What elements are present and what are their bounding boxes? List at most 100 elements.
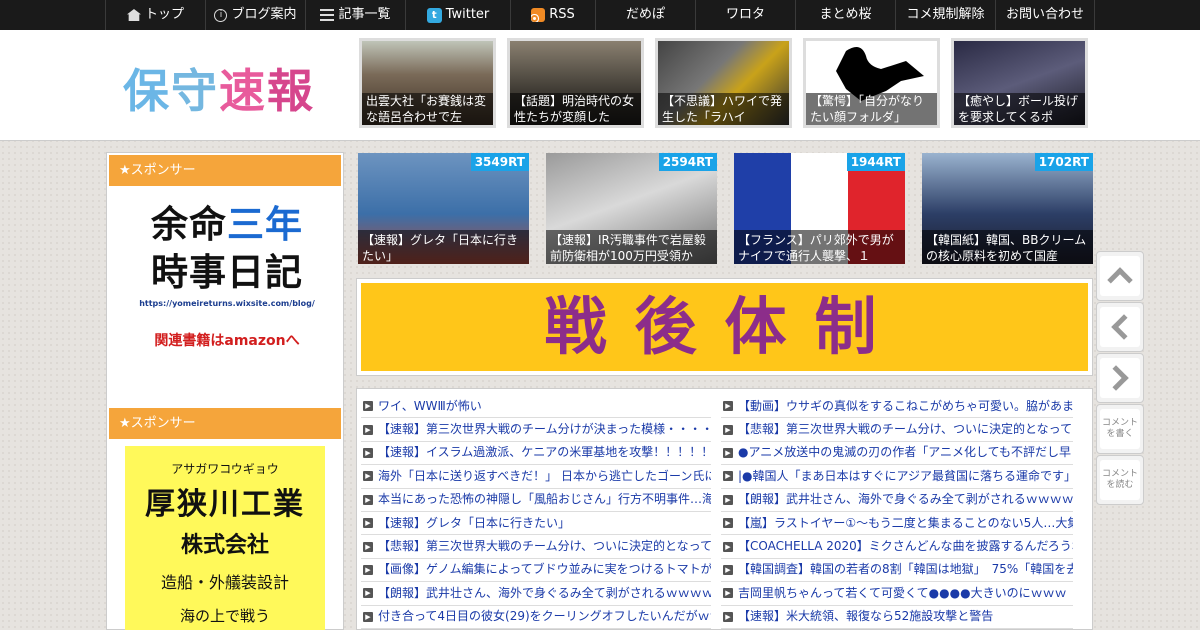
list-item[interactable]: ▶ 【動画】ウサギの真似をするこねこがめちゃ可愛い。脇があま: [721, 395, 1073, 419]
list-item[interactable]: ▶ 本当にあった恐怖の神隠し「風船おじさん」行方不明事件…海: [361, 489, 711, 512]
nav-top[interactable]: トップ: [105, 0, 205, 30]
list-item[interactable]: ▶ 【COACHELLA 2020】ミクさんどんな曲を披露するんだろうね: [721, 535, 1073, 559]
list-item-text: |●韓国人「まあ日本はすぐにアジア最貧国に落ちる運命です」: [738, 468, 1073, 483]
comment-write-inner: コメントを書く: [1100, 409, 1140, 449]
list-item[interactable]: ▶ 【速報】米大統領、報復なら52施設攻撃と警告: [721, 606, 1073, 629]
prev-article-inner: [1100, 307, 1140, 347]
comment-read-inner: コメントを読む: [1100, 460, 1140, 500]
nav-matome-sakura[interactable]: まとめ桜: [795, 0, 895, 30]
list-item-text: 本当にあった恐怖の神隠し「風船おじさん」行方不明事件…海: [378, 492, 711, 507]
bullet-arrow-icon: ▶: [363, 494, 373, 505]
twitter-icon: t: [426, 7, 442, 23]
bullet-arrow-icon: ▶: [363, 447, 373, 458]
site-logo[interactable]: 保守速報: [123, 55, 315, 121]
ad-title-part: 三年: [227, 203, 303, 246]
header-thumb-3[interactable]: 【不思議】ハワイで発生した「ラハイ: [655, 38, 792, 128]
nav-comment-unblock-label: コメ規制解除: [906, 7, 985, 22]
header-thumb-4[interactable]: 【驚愕】「自分がなりたい顔フォルダ」: [803, 38, 940, 128]
nav-rss-label: RSS: [549, 7, 575, 22]
bullet-arrow-icon: ▶: [723, 447, 733, 458]
list-item[interactable]: ▶ 【画像】ゲノム編集によってブドウ並みに実をつけるトマトが: [361, 559, 711, 583]
list-item[interactable]: ▶ ●アニメ放送中の鬼滅の刃の作者「アニメ化しても不評だし早く: [721, 442, 1073, 466]
list-item[interactable]: ▶ 【悲報】第三次世界大戦のチーム分け、ついに決定的となって: [721, 418, 1073, 442]
bullet-arrow-icon: ▶: [363, 611, 373, 622]
next-article-button[interactable]: [1096, 353, 1144, 403]
rt-card[interactable]: 1944RT 【フランス】パリ郊外で男がナイフで通行人襲撃、１: [734, 153, 905, 264]
nav-contact[interactable]: お問い合わせ: [995, 0, 1095, 30]
nav-blog-guide-label: ブログ案内: [231, 7, 297, 22]
rt-card[interactable]: 2594RT 【速報】IR汚職事件で岩屋毅前防衛相が100万円受領か: [546, 153, 717, 264]
logo-char: 報: [267, 64, 315, 118]
comment-write-button[interactable]: コメントを書く: [1096, 404, 1144, 454]
scroll-top-inner: [1100, 256, 1140, 296]
nav-damepo[interactable]: だめぽ: [595, 0, 695, 30]
ad-title-part: 余命: [151, 203, 227, 246]
list-item[interactable]: ▶ 海外「日本に送り返すべきだ！」 日本から逃亡したゴーン氏に: [361, 465, 711, 489]
chevron-right-icon: [1103, 365, 1129, 391]
scroll-top-button[interactable]: [1096, 251, 1144, 301]
promo-banner[interactable]: 戦後体制: [356, 278, 1093, 376]
ad-company-kana: アサガワコウギョウ: [171, 462, 279, 476]
list-item-text: 付き合って4日目の彼女(29)をクーリングオフしたいんだがｗｗ: [378, 609, 711, 624]
list-item[interactable]: ▶ 付き合って4日目の彼女(29)をクーリングオフしたいんだがｗｗ: [361, 606, 711, 629]
nav-rss[interactable]: RSS: [510, 0, 595, 30]
list-item-text: 【嵐】ラストイヤー①～もう二度と集まることのない5人…大集: [738, 515, 1073, 530]
nav-warota[interactable]: ワロタ: [695, 0, 795, 30]
ad-company-name: 厚狭川工業: [145, 487, 305, 522]
list-item-text: 【朗報】武井壮さん、海外で身ぐるみ全て剥がされるｗｗｗｗ: [378, 585, 711, 600]
list-item[interactable]: ▶ 【韓国調査】韓国の若者の8割「韓国は地獄」 75%「韓国を去: [721, 559, 1073, 583]
sponsor-ad-asagawa[interactable]: アサガワコウギョウ 厚狭川工業 株式会社 造船・外艤装設計 海の上で戦う: [125, 446, 325, 630]
bullet-arrow-icon: ▶: [363, 541, 373, 552]
list-item[interactable]: ▶ 【速報】グレタ「日本に行きたい」: [361, 512, 711, 536]
header-thumb-5[interactable]: 【癒やし】ボール投げを要求してくるポ: [951, 38, 1088, 128]
list-item[interactable]: ▶ 【朗報】武井壮さん、海外で身ぐるみ全て剥がされるｗｗｗｗ: [361, 582, 711, 606]
ad-url: https://yomeireturns.wixsite.com/blog/: [139, 299, 315, 308]
top-nav: トップ i ブログ案内 記事一覧 t Twitter RSS だめぽ ワロタ ま…: [0, 0, 1200, 30]
ad-title-line1: 余命三年: [127, 201, 327, 249]
list-item-text: 海外「日本に送り返すべきだ！」 日本から逃亡したゴーン氏に: [378, 468, 711, 483]
logo-char: 保: [123, 64, 171, 118]
list-item-text: 【速報】イスラム過激派、ケニアの米軍基地を攻撃！！！！！: [378, 445, 711, 460]
bullet-arrow-icon: ▶: [723, 494, 733, 505]
nav-twitter[interactable]: t Twitter: [405, 0, 510, 30]
nav-blog-guide[interactable]: i ブログ案内: [205, 0, 305, 30]
bullet-arrow-icon: ▶: [723, 518, 733, 529]
nav-article-list[interactable]: 記事一覧: [305, 0, 405, 30]
list-item[interactable]: ▶ |●韓国人「まあ日本はすぐにアジア最貧国に落ちる運命です」: [721, 465, 1073, 489]
list-item[interactable]: ▶ 【悲報】第三次世界大戦のチーム分け、ついに決定的となって: [361, 535, 711, 559]
logo-char: 守: [171, 64, 219, 118]
list-item-text: 【速報】第三次世界大戦のチーム分けが決まった模様・・・・: [378, 422, 711, 437]
bullet-arrow-icon: ▶: [363, 588, 373, 599]
rt-card[interactable]: 1702RT 【韓国紙】韓国、BBクリームの核心原料を初めて国産: [922, 153, 1093, 264]
bullet-arrow-icon: ▶: [363, 424, 373, 435]
list-item-text: 吉岡里帆ちゃんって若くて可愛くて●●●●大きいのにｗｗｗ: [738, 585, 1067, 600]
header-thumb-1[interactable]: 出雲大社「お賽銭は変な語呂合わせで左: [359, 38, 496, 128]
list-item[interactable]: ▶ 【朗報】武井壮さん、海外で身ぐるみ全て剥がされるｗｗｗｗ: [721, 489, 1073, 512]
prev-article-button[interactable]: [1096, 302, 1144, 352]
header-thumb-caption: 【話題】明治時代の女性たちが変顔した: [510, 93, 641, 125]
list-item-text: 【画像】ゲノム編集によってブドウ並みに実をつけるトマトが: [378, 562, 711, 577]
nav-article-list-label: 記事一覧: [338, 7, 391, 22]
list-item[interactable]: ▶ 【嵐】ラストイヤー①～もう二度と集まることのない5人…大集: [721, 512, 1073, 536]
list-item[interactable]: ▶ 【速報】イスラム過激派、ケニアの米軍基地を攻撃！！！！！: [361, 442, 711, 466]
sponsor-ad-yomei[interactable]: 余命三年 時事日記 https://yomeireturns.wixsite.c…: [127, 201, 327, 381]
bullet-arrow-icon: ▶: [363, 564, 373, 575]
list-item[interactable]: ▶ 吉岡里帆ちゃんって若くて可愛くて●●●●大きいのにｗｗｗ: [721, 582, 1073, 606]
comment-read-label: コメントを読む: [1101, 469, 1138, 490]
bullet-arrow-icon: ▶: [723, 401, 733, 412]
list-item[interactable]: ▶ ワイ、WWⅢが怖い: [361, 395, 711, 419]
sidebar: ★スポンサー 余命三年 時事日記 https://yomeireturns.wi…: [106, 152, 344, 630]
ad-amazon-link[interactable]: 関連書籍はamazonへ: [127, 330, 327, 350]
bullet-arrow-icon: ▶: [723, 588, 733, 599]
rt-caption: 【フランス】パリ郊外で男がナイフで通行人襲撃、１: [734, 230, 905, 264]
article-list: ▶ ワイ、WWⅢが怖い ▶ 【速報】第三次世界大戦のチーム分けが決まった模様・・・・…: [356, 388, 1093, 630]
header-thumb-caption: 【癒やし】ボール投げを要求してくるポ: [954, 93, 1085, 125]
nav-twitter-label: Twitter: [445, 7, 490, 22]
logo-char: 速: [219, 64, 267, 118]
header-thumb-2[interactable]: 【話題】明治時代の女性たちが変顔した: [507, 38, 644, 128]
list-item[interactable]: ▶ 【速報】第三次世界大戦のチーム分けが決まった模様・・・・: [361, 418, 711, 442]
comment-read-button[interactable]: コメントを読む: [1096, 455, 1144, 505]
ad-tagline: 海の上で戦う: [179, 607, 270, 625]
rt-card[interactable]: 3549RT 【速報】グレタ「日本に行きたい」: [358, 153, 529, 264]
nav-comment-unblock[interactable]: コメ規制解除: [895, 0, 995, 30]
